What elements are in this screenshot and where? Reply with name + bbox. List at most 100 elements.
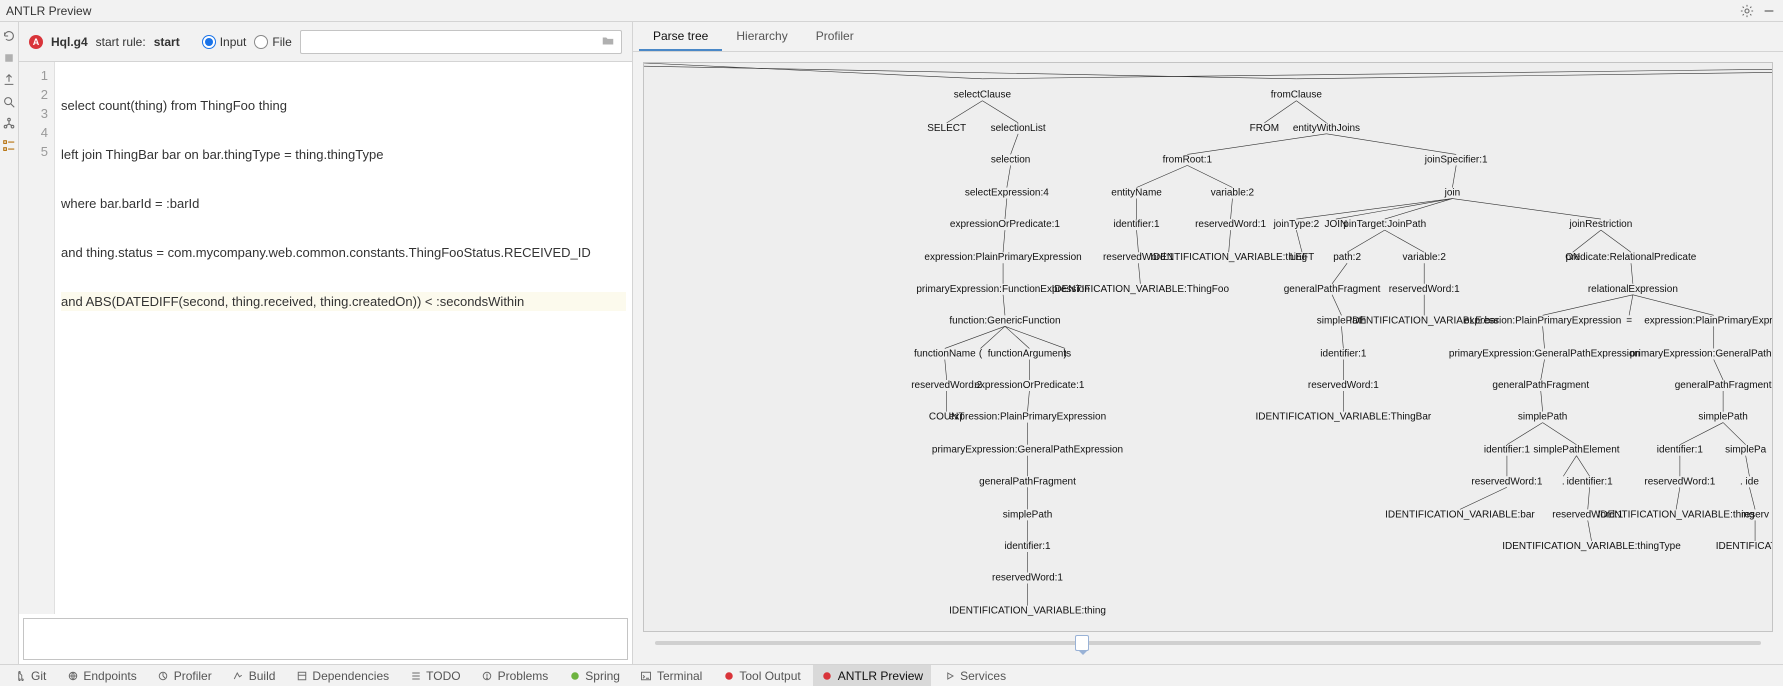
sb-endpoints[interactable]: Endpoints	[58, 665, 144, 686]
svg-text:functionArguments: functionArguments	[988, 348, 1071, 359]
rule-label: start rule:	[96, 35, 146, 49]
deps-icon	[295, 669, 308, 682]
code-editor[interactable]: 1 2 3 4 5 select count(thing) from Thing…	[19, 62, 632, 614]
svg-text:join: join	[1444, 188, 1461, 199]
svg-text:identifier:1: identifier:1	[1657, 445, 1704, 456]
stop-icon[interactable]	[1, 50, 17, 66]
sb-profiler[interactable]: Profiler	[149, 665, 220, 686]
tab-hierarchy[interactable]: Hierarchy	[722, 23, 801, 51]
svg-text:generalPathFragment: generalPathFragment	[979, 476, 1076, 487]
zoom-thumb[interactable]	[1075, 635, 1089, 651]
tab-parse-tree[interactable]: Parse tree	[639, 23, 722, 51]
export-icon[interactable]	[1, 72, 17, 88]
svg-text:expression:PlainPrimaryExpress: expression:PlainPrimaryExpression	[1464, 315, 1621, 326]
svg-text:reservedWord:1: reservedWord:1	[1195, 219, 1266, 230]
sb-tool-output[interactable]: Tool Output	[714, 665, 808, 686]
svg-text:relationalExpression: relationalExpression	[1588, 284, 1678, 295]
tree-list-icon[interactable]	[1, 138, 17, 154]
radio-input[interactable]: Input	[202, 35, 247, 49]
grammar-header: A Hql.g4 start rule: start Input File	[19, 22, 632, 62]
sb-todo[interactable]: TODO	[401, 665, 468, 686]
antlr-icon	[821, 669, 834, 682]
svg-text:selectionList: selectionList	[991, 123, 1046, 134]
svg-text:simplePath: simplePath	[1518, 412, 1567, 423]
sb-build[interactable]: Build	[224, 665, 284, 686]
minimize-icon[interactable]	[1761, 3, 1777, 19]
code-line: where bar.barId = :barId	[61, 194, 626, 213]
status-bar: Git Endpoints Profiler Build Dependencie…	[0, 664, 1783, 686]
svg-text:expression:PlainPrimaryExpress: expression:PlainPrimaryExpression	[949, 412, 1106, 423]
svg-text:expressionOrPredicate:1: expressionOrPredicate:1	[974, 380, 1084, 391]
svg-text:joinSpecifier:1: joinSpecifier:1	[1424, 154, 1488, 165]
sb-problems[interactable]: Problems	[473, 665, 557, 686]
tool-output-icon	[722, 669, 735, 682]
svg-text:primaryExpression:GeneralPathE: primaryExpression:GeneralPathExpression	[932, 445, 1123, 456]
endpoints-icon	[66, 669, 79, 682]
svg-text:predicate:RelationalPredicate: predicate:RelationalPredicate	[1566, 252, 1697, 263]
output-pane	[23, 618, 628, 660]
svg-text:joinRestriction: joinRestriction	[1569, 219, 1633, 230]
svg-text:LEFT: LEFT	[1290, 252, 1314, 263]
folder-icon[interactable]	[601, 34, 617, 50]
line-number: 4	[19, 123, 48, 142]
zoom-slider-row	[643, 632, 1773, 654]
gear-icon[interactable]	[1739, 3, 1755, 19]
svg-text:entityName: entityName	[1111, 188, 1162, 199]
svg-text:reserv: reserv	[1741, 509, 1769, 520]
svg-text:=: =	[1626, 315, 1632, 326]
line-number: 5	[19, 142, 48, 161]
line-number: 1	[19, 66, 48, 85]
services-icon	[943, 669, 956, 682]
zoom-slider[interactable]	[655, 641, 1761, 645]
svg-text:reservedWord:1: reservedWord:1	[1644, 476, 1715, 487]
sb-dependencies[interactable]: Dependencies	[287, 665, 397, 686]
svg-text:IDENTIFICATION_VARIABLE:thingT: IDENTIFICATION_VARIABLE:thingType	[1502, 541, 1681, 552]
svg-text:identifier:1: identifier:1	[1004, 541, 1051, 552]
file-path-input[interactable]	[305, 35, 601, 49]
sb-spring-label: Spring	[585, 669, 620, 683]
svg-text:expression:PlainPrimaryExpres: expression:PlainPrimaryExpres	[1644, 315, 1772, 326]
sb-services[interactable]: Services	[935, 665, 1014, 686]
svg-text:path:2: path:2	[1333, 252, 1361, 263]
svg-text:identifier:1: identifier:1	[1320, 348, 1367, 359]
editor-body[interactable]: select count(thing) from ThingFoo thing …	[55, 62, 632, 614]
sb-terminal[interactable]: Terminal	[632, 665, 710, 686]
radio-dot-icon	[202, 35, 216, 49]
svg-text:generalPathFragment: generalPathFragment	[1492, 380, 1589, 391]
tab-profiler[interactable]: Profiler	[802, 23, 868, 51]
svg-text:IDENTIFICATION_VARIABLE:thing: IDENTIFICATION_VARIABLE:thing	[1150, 252, 1307, 263]
git-icon	[14, 669, 27, 682]
svg-text:pinTarget:JoinPath: pinTarget:JoinPath	[1343, 219, 1426, 230]
sb-antlr-preview-label: ANTLR Preview	[838, 669, 923, 683]
refresh-icon[interactable]	[1, 28, 17, 44]
svg-text:IDENTIFICATION: IDENTIFICATION	[1716, 541, 1772, 552]
zoom-icon[interactable]	[1, 94, 17, 110]
svg-text:FROM: FROM	[1250, 123, 1279, 134]
sb-problems-label: Problems	[498, 669, 549, 683]
build-icon	[232, 669, 245, 682]
svg-text:fromClause: fromClause	[1271, 90, 1323, 101]
right-column: Parse tree Hierarchy Profiler selectClau…	[632, 22, 1783, 664]
sb-terminal-label: Terminal	[657, 669, 702, 683]
sb-antlr-preview[interactable]: ANTLR Preview	[813, 665, 931, 686]
sb-git[interactable]: Git	[6, 665, 54, 686]
svg-text:generalPathFragment: generalPathFragment	[1284, 284, 1381, 295]
svg-text:selectExpression:4: selectExpression:4	[965, 188, 1049, 199]
svg-text:function:GenericFunction: function:GenericFunction	[949, 315, 1060, 326]
sb-profiler-label: Profiler	[174, 669, 212, 683]
sb-spring[interactable]: Spring	[560, 665, 628, 686]
radio-file[interactable]: File	[254, 35, 291, 49]
problems-icon	[481, 669, 494, 682]
tree-icon[interactable]	[1, 116, 17, 132]
window-title: ANTLR Preview	[6, 4, 91, 18]
radio-file-label: File	[272, 35, 291, 49]
svg-text:IDENTIFICATION_VARIABLE:bar: IDENTIFICATION_VARIABLE:bar	[1385, 509, 1535, 520]
editor-gutter: 1 2 3 4 5	[19, 62, 55, 614]
rule-name: start	[154, 35, 180, 49]
svg-text:identifier:1: identifier:1	[1113, 219, 1160, 230]
grammar-file-label: Hql.g4	[51, 35, 88, 49]
svg-text:identifier:1: identifier:1	[1484, 445, 1531, 456]
parse-tree-canvas[interactable]: selectClauseSELECTselectionListselection…	[643, 62, 1773, 632]
svg-text:identifier:1: identifier:1	[1567, 476, 1614, 487]
svg-text:selection: selection	[991, 154, 1030, 165]
